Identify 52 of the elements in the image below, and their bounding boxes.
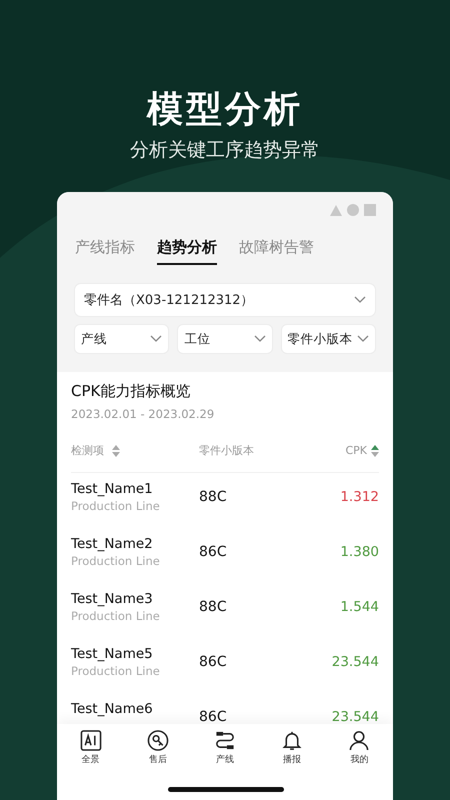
chevron-down-icon — [254, 335, 266, 343]
test-name: Test_Name5 — [71, 646, 154, 662]
sort-icon[interactable] — [112, 444, 120, 456]
production-line: Production Line — [71, 554, 161, 568]
chevron-down-icon — [354, 296, 366, 304]
cpk-value: 1.544 — [339, 599, 379, 615]
page-subtitle: 分析关键工序趋势异常 — [130, 138, 320, 162]
nav-item[interactable]: 产线 — [214, 730, 236, 766]
test-name: Test_Name3 — [71, 591, 154, 607]
production-line: Production Line — [71, 609, 161, 623]
page-title: 模型分析 — [147, 88, 303, 132]
date-range: 2023.02.01 - 2023.02.29 — [71, 407, 216, 421]
filter-dropdown[interactable]: 产线 — [74, 324, 170, 354]
person-icon — [348, 730, 370, 751]
section-title: CPK能力指标概览 — [71, 382, 192, 401]
version-cell-text: 88C — [199, 599, 228, 615]
dropdown-value: 零件名（X03-121212312） — [84, 292, 254, 309]
version-cell-text: 86C — [199, 544, 228, 560]
cpk-value: 1.380 — [339, 544, 379, 560]
window-controls-icon — [330, 204, 376, 216]
dropdown-value: 工位 — [184, 330, 210, 348]
version-cell-text: 88C — [199, 489, 228, 505]
ai-icon — [80, 730, 102, 751]
test-name: Test_Name2 — [71, 536, 154, 552]
production-line: Production Line — [71, 499, 161, 513]
chevron-down-icon — [356, 335, 369, 343]
version-cell-text: 86C — [199, 654, 228, 670]
filter-dropdown[interactable]: 零件小版本 — [280, 324, 376, 354]
column-header: 检测项 — [71, 443, 104, 458]
dropdown-value: 零件小版本 — [288, 330, 353, 348]
wrench-icon — [146, 730, 169, 751]
nav-item[interactable]: 播报 — [281, 730, 304, 766]
nav-item[interactable]: 全景 — [80, 730, 102, 766]
production-line: Production Line — [71, 664, 161, 678]
column-header: 零件小版本 — [199, 443, 254, 458]
part-dropdown[interactable]: 零件名（X03-121212312） — [74, 283, 376, 317]
test-name: Test_Name1 — [71, 481, 154, 497]
cable-icon — [214, 730, 236, 751]
dropdown-value: 产线 — [81, 330, 107, 348]
bell-icon — [281, 730, 304, 751]
sort-icon[interactable] — [371, 444, 379, 456]
version-cell-text: 86C — [199, 709, 228, 725]
column-header: CPK — [345, 444, 367, 457]
tab[interactable]: 趋势分析 — [157, 238, 217, 265]
nav-item[interactable]: 我的 — [348, 730, 370, 766]
chevron-down-icon — [150, 335, 162, 343]
cpk-value: 23.544 — [330, 709, 379, 725]
nav-item[interactable]: 售后 — [146, 730, 169, 766]
test-name: Test_Name6 — [71, 701, 154, 717]
cpk-value: 1.312 — [339, 489, 379, 505]
filter-dropdown[interactable]: 工位 — [177, 324, 273, 354]
cpk-value: 23.544 — [330, 654, 379, 670]
